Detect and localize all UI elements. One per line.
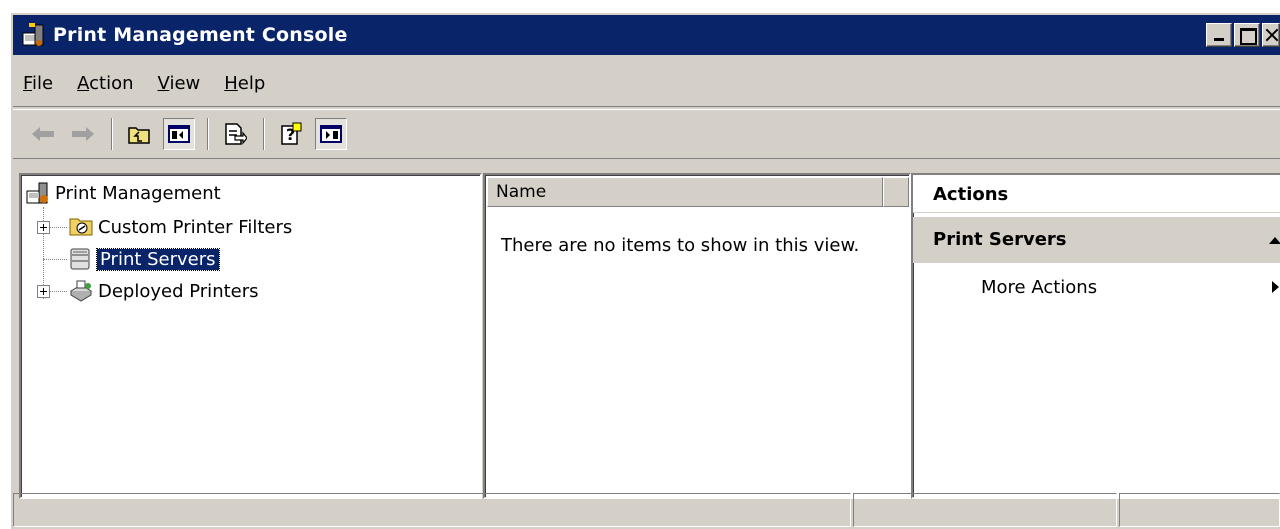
minimize-button[interactable] xyxy=(1206,23,1232,47)
actions-section-title: Print Servers xyxy=(933,229,1067,250)
deployed-printers-icon xyxy=(68,279,94,303)
export-list-icon xyxy=(225,123,247,145)
back-button[interactable] xyxy=(27,118,59,150)
menu-file[interactable]: File xyxy=(23,73,53,94)
menu-file-label: ile xyxy=(32,73,54,94)
expand-toggle[interactable] xyxy=(37,220,50,234)
status-cell-main xyxy=(13,493,851,527)
title-bar[interactable]: Print Management Console xyxy=(13,15,1280,55)
tree-item-custom-printer-filters[interactable]: Custom Printer Filters xyxy=(37,213,292,241)
print-management-icon xyxy=(25,181,51,205)
window-controls xyxy=(1206,23,1280,47)
console-tree-pane[interactable]: Print Management Custom Printer Filters xyxy=(19,173,482,499)
toolbar-separator xyxy=(263,118,265,150)
tree-item-label: Deployed Printers xyxy=(98,280,259,302)
actions-pane[interactable]: Actions Print Servers More Actions xyxy=(911,173,1280,499)
action-more-actions[interactable]: More Actions xyxy=(981,277,1097,298)
status-cell-secondary xyxy=(853,493,1117,527)
tree-item-print-servers[interactable]: Print Servers xyxy=(57,245,220,273)
window-title: Print Management Console xyxy=(53,24,348,46)
show-hide-action-pane-icon xyxy=(320,125,342,143)
tree-item-deployed-printers[interactable]: Deployed Printers xyxy=(37,277,259,305)
collapse-up-icon[interactable] xyxy=(1269,237,1280,244)
close-button[interactable] xyxy=(1262,23,1280,47)
toolbar-separator xyxy=(207,118,209,150)
expand-toggle[interactable] xyxy=(37,284,50,298)
column-header-filler xyxy=(883,177,909,207)
submenu-arrow-icon xyxy=(1272,281,1279,293)
toolbar-separator xyxy=(111,118,113,150)
show-hide-console-tree-button[interactable] xyxy=(163,118,195,150)
show-hide-tree-icon xyxy=(168,125,190,143)
status-cell-tertiary xyxy=(1119,493,1280,527)
print-management-app-icon xyxy=(19,21,47,49)
menu-action-label: ction xyxy=(89,73,134,94)
menu-help-label: elp xyxy=(237,73,266,94)
tree-root-label: Print Management xyxy=(55,182,221,204)
actions-header: Actions xyxy=(913,175,1280,213)
menu-action[interactable]: Action xyxy=(77,73,133,94)
toolbar: ? xyxy=(13,109,1280,159)
empty-list-message: There are no items to show in this view. xyxy=(501,235,860,256)
tree-item-label: Custom Printer Filters xyxy=(98,216,293,238)
menu-view-accel: V xyxy=(157,73,170,94)
help-button[interactable]: ? xyxy=(275,118,307,150)
column-header-name[interactable]: Name xyxy=(487,177,883,207)
tree-item-label: Print Servers xyxy=(96,247,220,271)
up-folder-icon xyxy=(128,127,150,144)
menu-help[interactable]: Help xyxy=(224,73,265,94)
export-list-button[interactable] xyxy=(219,118,251,150)
menu-view-label: iew xyxy=(169,73,201,94)
tree-root-print-management[interactable]: Print Management xyxy=(25,179,221,207)
back-arrow-icon xyxy=(32,127,54,141)
help-icon: ? xyxy=(281,122,302,145)
maximize-button[interactable] xyxy=(1234,23,1260,47)
show-hide-action-pane-button[interactable] xyxy=(315,118,347,150)
menu-action-accel: A xyxy=(77,73,90,94)
forward-arrow-icon xyxy=(72,127,94,141)
status-bar xyxy=(13,493,1280,529)
up-one-level-button[interactable] xyxy=(123,118,155,150)
actions-section-print-servers[interactable]: Print Servers xyxy=(913,217,1280,263)
filter-folder-icon xyxy=(68,215,94,239)
forward-button[interactable] xyxy=(67,118,99,150)
print-servers-icon xyxy=(67,247,93,271)
results-list-pane[interactable]: Name There are no items to show in this … xyxy=(483,173,911,499)
menu-file-accel: F xyxy=(23,73,33,94)
column-header-label: Name xyxy=(496,182,547,202)
menu-view[interactable]: View xyxy=(158,73,201,94)
menu-bar: File Action View Help xyxy=(13,61,1280,107)
main-window: Print Management Console File Action Vie… xyxy=(10,12,1280,529)
menu-help-accel: H xyxy=(224,73,238,94)
